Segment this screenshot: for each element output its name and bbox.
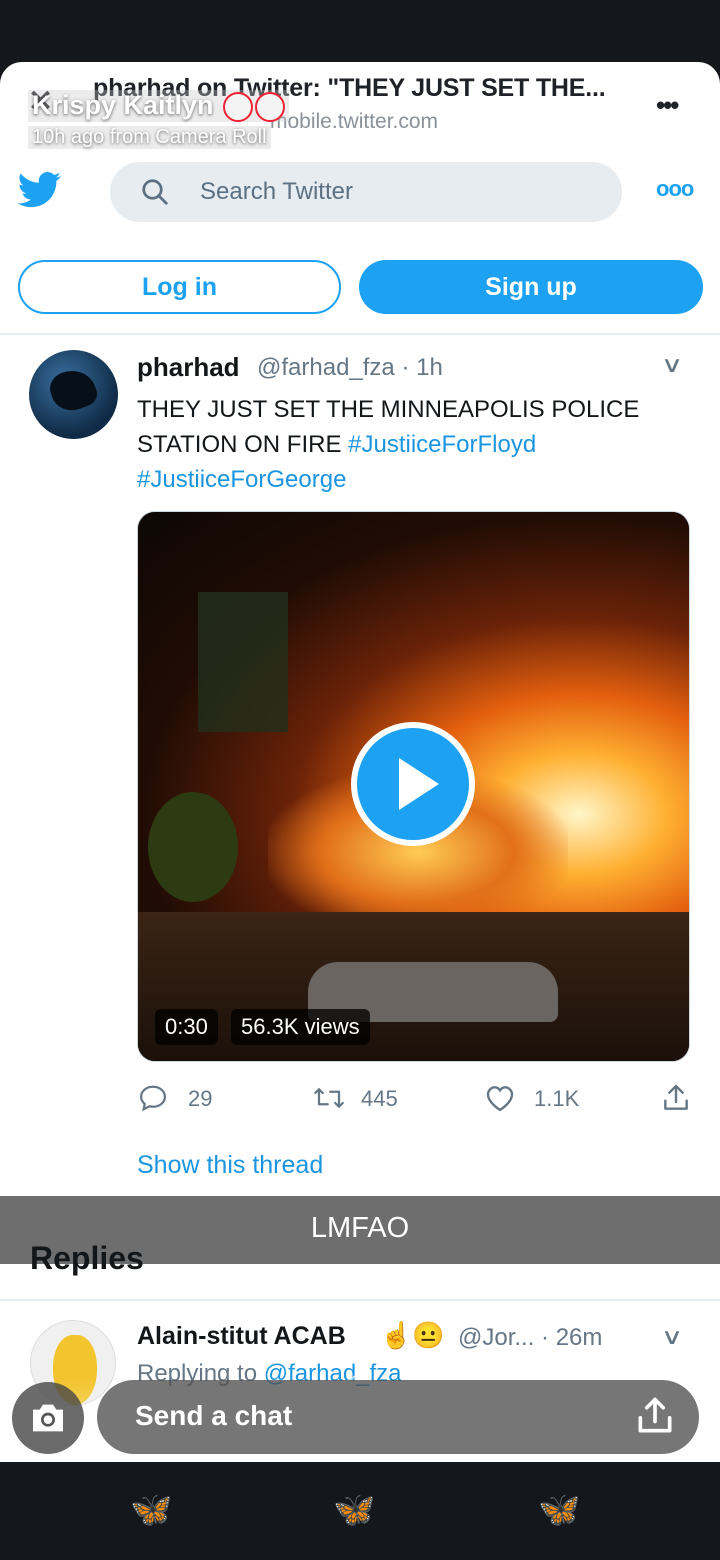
clown-emoji-icon <box>223 91 254 122</box>
chat-placeholder: Send a chat <box>135 1400 293 1431</box>
hashtag-link[interactable]: #JustiiceForFloyd <box>348 431 536 458</box>
butterfly-sticker-icon: 🦋 <box>130 1491 173 1529</box>
snap-username-text: Krispy Kaitlyn <box>32 90 214 120</box>
butterfly-sticker-icon: 🦋 <box>538 1491 581 1529</box>
reply-count: 29 <box>188 1086 213 1111</box>
tweet-text: THEY JUST SET THE MINNEAPOLIS POLICE STA… <box>137 392 697 497</box>
snap-timestamp: 10h ago from Camera Roll <box>28 126 271 149</box>
divider <box>0 1299 720 1301</box>
like-heart-icon[interactable] <box>484 1083 516 1118</box>
search-icon <box>140 177 170 212</box>
hashtag-link[interactable]: #JustiiceForGeorge <box>137 466 346 493</box>
screen: ✕ pharhad on Twitter: "THEY JUST SET THE… <box>0 0 720 1560</box>
search-placeholder: Search Twitter <box>200 178 353 205</box>
tweet-handle: @farhad_fza · 1h <box>257 354 443 381</box>
play-button-icon[interactable] <box>351 722 475 846</box>
avatar[interactable] <box>29 350 118 439</box>
upload-icon[interactable] <box>633 1394 677 1443</box>
reply-author[interactable]: Alain-stitut ACAB <box>137 1322 346 1351</box>
chat-input[interactable]: Send a chat <box>97 1380 699 1454</box>
reply-handle: @Jor... · 26m <box>458 1324 603 1351</box>
snap-caption: LMFAO <box>310 1212 410 1244</box>
video-player[interactable]: 0:30 56.3K views <box>137 511 690 1062</box>
twitter-more-icon[interactable]: ooo <box>656 176 694 202</box>
camera-button[interactable] <box>12 1382 84 1454</box>
login-button[interactable]: Log in <box>18 260 341 314</box>
browser-url: mobile.twitter.com <box>270 110 439 133</box>
video-views: 56.3K views <box>231 1009 370 1045</box>
reply-author-emoji: ☝😐 <box>380 1320 445 1350</box>
retweet-count: 445 <box>361 1086 398 1111</box>
snap-username: Krispy Kaitlyn <box>28 90 290 122</box>
retweet-icon[interactable] <box>311 1083 347 1118</box>
chevron-down-icon[interactable]: ∨ <box>661 352 684 378</box>
more-options-icon[interactable]: ••• <box>656 90 679 121</box>
reply-icon[interactable] <box>137 1083 169 1118</box>
video-duration: 0:30 <box>155 1009 218 1045</box>
divider <box>0 333 720 335</box>
signup-button[interactable]: Sign up <box>359 260 703 314</box>
browser-card: ✕ pharhad on Twitter: "THEY JUST SET THE… <box>0 62 720 1462</box>
tweet-author[interactable]: pharhad <box>137 352 240 383</box>
chevron-down-icon[interactable]: ∨ <box>661 1324 684 1350</box>
replies-heading: Replies <box>30 1240 144 1276</box>
clown-emoji-icon <box>255 91 286 122</box>
search-input[interactable]: Search Twitter <box>110 162 622 222</box>
share-icon[interactable] <box>660 1082 692 1119</box>
twitter-bird-icon[interactable] <box>17 172 62 213</box>
like-count: 1.1K <box>534 1086 580 1111</box>
butterfly-sticker-icon: 🦋 <box>333 1491 376 1529</box>
show-thread-link[interactable]: Show this thread <box>137 1151 323 1180</box>
